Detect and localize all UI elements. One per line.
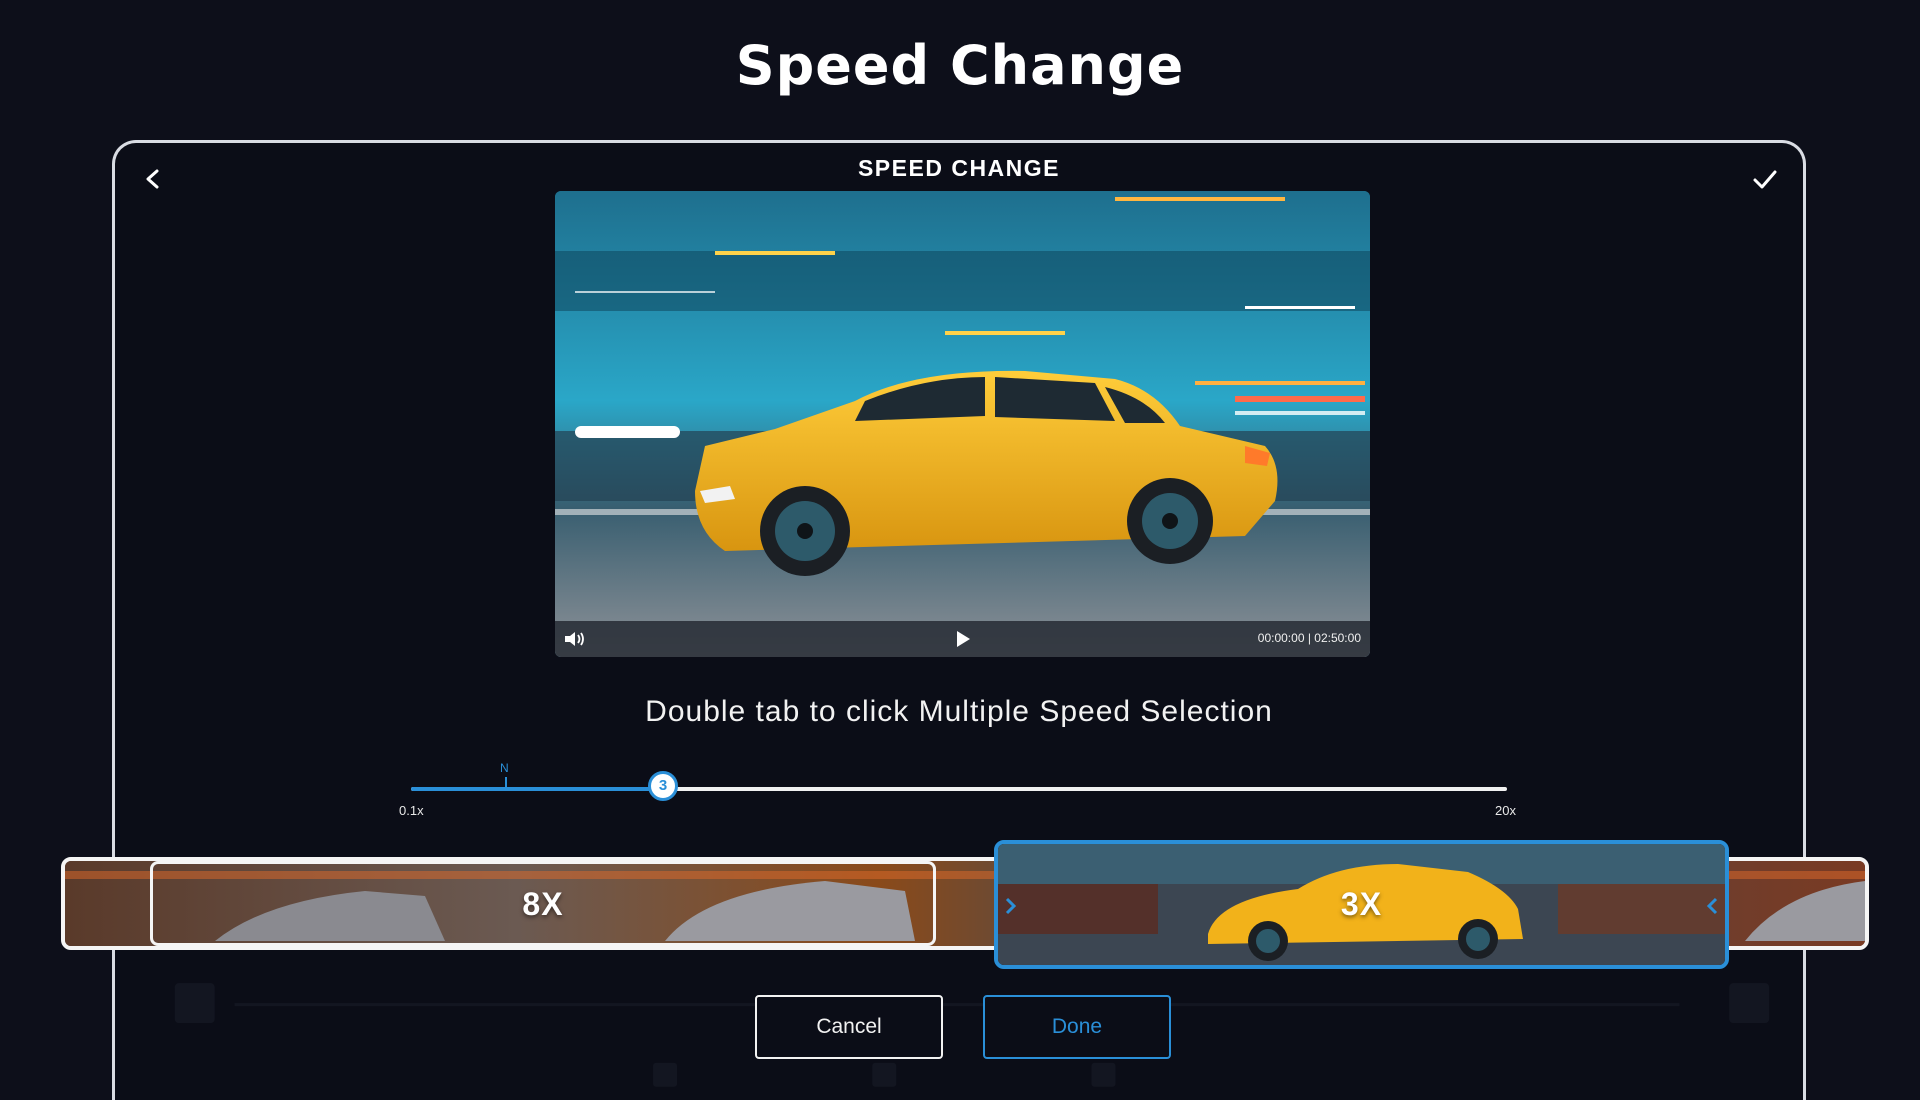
- video-frame: [555, 191, 1370, 657]
- play-icon[interactable]: [953, 629, 973, 649]
- slider-max-label: 20x: [1495, 803, 1516, 818]
- cancel-button[interactable]: Cancel: [755, 995, 943, 1059]
- chevron-left-icon[interactable]: [1705, 896, 1719, 916]
- slider-min-label: 0.1x: [399, 803, 424, 818]
- background-timeline: [174, 983, 1770, 1087]
- player-controls: 00:00:00 | 02:50:00: [555, 621, 1370, 657]
- confirm-button[interactable]: [1745, 159, 1785, 199]
- screen-title: SPEED CHANGE: [857, 155, 1061, 181]
- segment-label-8x: 8X: [522, 886, 564, 922]
- chevron-right-icon[interactable]: [1004, 896, 1018, 916]
- normal-speed-tick: [505, 777, 507, 789]
- volume-icon[interactable]: [563, 629, 587, 649]
- video-player[interactable]: 00:00:00 | 02:50:00: [555, 191, 1370, 657]
- checkmark-icon: [1753, 170, 1777, 189]
- slider-thumb[interactable]: 3: [648, 771, 678, 801]
- speed-slider[interactable]: N 3 0.1x 20x: [399, 761, 1516, 823]
- speed-segment-3x[interactable]: 3X: [994, 840, 1729, 969]
- playback-time: 00:00:00 | 02:50:00: [1257, 631, 1361, 645]
- speed-segment-8x[interactable]: 8X: [150, 861, 936, 946]
- page-heading: Speed Change: [735, 34, 1185, 97]
- normal-speed-label: N: [500, 761, 509, 775]
- hint-text: Double tab to click Multiple Speed Selec…: [645, 695, 1273, 728]
- slider-fill: [411, 787, 666, 791]
- done-button[interactable]: Done: [983, 995, 1171, 1059]
- segment-label-3x: 3X: [1340, 886, 1383, 922]
